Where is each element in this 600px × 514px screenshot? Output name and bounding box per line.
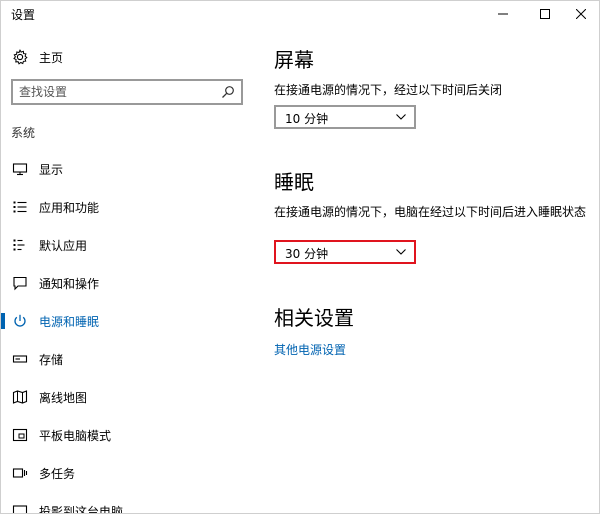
sidebar-item-label: 存储 — [39, 352, 64, 367]
main-content: 屏幕 在接通电源的情况下，经过以下时间后关闭 10 分钟 睡眠 在接通电源的情况… — [251, 27, 599, 513]
screen-heading: 屏幕 — [274, 48, 314, 72]
search-icon[interactable] — [221, 85, 235, 99]
dropdown-value: 30 分钟 — [285, 247, 329, 261]
map-icon — [12, 389, 28, 405]
sidebar-item-label: 离线地图 — [39, 390, 88, 405]
title-bar: 设置 — [1, 1, 599, 27]
sidebar-item-home[interactable]: 主页 — [1, 39, 251, 75]
gear-icon — [12, 49, 28, 65]
sidebar-item-multitasking[interactable]: 多任务 — [1, 455, 251, 491]
default-apps-icon — [12, 237, 28, 253]
sidebar-item-label: 主页 — [39, 50, 64, 65]
sleep-timeout-dropdown[interactable]: 30 分钟 — [274, 240, 416, 264]
minimize-button[interactable] — [483, 1, 523, 27]
sidebar-item-offline-maps[interactable]: 离线地图 — [1, 379, 251, 415]
close-button[interactable] — [561, 1, 599, 27]
sleep-heading: 睡眠 — [274, 170, 314, 194]
sidebar-item-label: 投影到这台电脑 — [39, 504, 124, 514]
sidebar-item-display[interactable]: 显示 — [1, 151, 251, 187]
sleep-description: 在接通电源的情况下，电脑在经过以下时间后进入睡眠状态 — [274, 205, 587, 219]
window-title: 设置 — [11, 8, 36, 22]
other-power-settings-link[interactable]: 其他电源设置 — [274, 341, 346, 358]
sidebar-item-notifications[interactable]: 通知和操作 — [1, 265, 251, 301]
sidebar-item-label: 默认应用 — [39, 238, 88, 253]
monitor-icon — [12, 161, 28, 177]
sidebar-item-tablet-mode[interactable]: 平板电脑模式 — [1, 417, 251, 453]
minimize-icon — [498, 13, 508, 15]
settings-window: 设置 主页 系统 — [0, 0, 600, 514]
related-settings-heading: 相关设置 — [274, 306, 354, 330]
sidebar-item-default-apps[interactable]: 默认应用 — [1, 227, 251, 263]
power-icon — [12, 313, 28, 329]
message-icon — [12, 275, 28, 291]
sidebar: 主页 系统 显示 应用和功能 默认应用 — [1, 27, 251, 514]
sidebar-item-label: 显示 — [39, 162, 64, 177]
project-icon — [12, 503, 28, 513]
close-icon — [576, 9, 586, 19]
sidebar-item-label: 电源和睡眠 — [39, 314, 100, 329]
sidebar-item-power-sleep[interactable]: 电源和睡眠 — [1, 303, 251, 339]
section-label: 系统 — [11, 126, 36, 140]
chevron-down-icon — [396, 114, 406, 120]
sidebar-item-label: 多任务 — [39, 466, 76, 481]
sidebar-item-label: 通知和操作 — [39, 276, 100, 291]
sidebar-item-storage[interactable]: 存储 — [1, 341, 251, 377]
storage-icon — [12, 351, 28, 367]
screen-description: 在接通电源的情况下，经过以下时间后关闭 — [274, 83, 503, 97]
multitask-icon — [12, 465, 28, 481]
maximize-button[interactable] — [525, 1, 565, 27]
list-icon — [12, 199, 28, 215]
sidebar-item-label: 平板电脑模式 — [39, 428, 112, 443]
screen-timeout-dropdown[interactable]: 10 分钟 — [274, 105, 416, 129]
tablet-icon — [12, 427, 28, 443]
sidebar-item-label: 应用和功能 — [39, 200, 100, 215]
maximize-icon — [540, 9, 550, 19]
dropdown-value: 10 分钟 — [285, 112, 329, 126]
search-input[interactable] — [19, 84, 209, 100]
sidebar-item-apps[interactable]: 应用和功能 — [1, 189, 251, 225]
sidebar-item-project[interactable]: 投影到这台电脑 — [1, 493, 251, 514]
active-indicator — [1, 313, 5, 329]
chevron-down-icon — [396, 249, 406, 255]
search-box[interactable] — [11, 79, 243, 105]
